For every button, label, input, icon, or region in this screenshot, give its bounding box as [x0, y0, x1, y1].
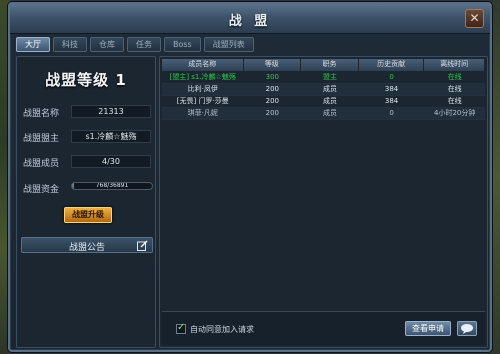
guild-fund-bar: 768/36891 [71, 182, 153, 190]
guild-members-label: 战盟成员 [23, 159, 60, 169]
checkmark-icon: ✓ [177, 322, 186, 333]
chat-button[interactable] [457, 321, 477, 336]
close-button[interactable]: ✕ [465, 9, 484, 28]
member-level: 200 [265, 109, 279, 117]
column-header-offline-time[interactable]: 离线时间 [424, 59, 485, 71]
table-row[interactable]: [无畏] 门罗·莎曼 200 成员 384 在线 [162, 96, 485, 108]
tab-guild-list[interactable]: 战盟列表 [203, 37, 254, 52]
column-header-level[interactable]: 等级 [243, 59, 302, 71]
member-offline-time: 在线 [447, 85, 462, 93]
member-contribution: 0 [389, 109, 394, 117]
member-role: 盟主 [322, 73, 337, 81]
guild-leader-value: s1.冷麟☆魅殇 [71, 130, 151, 143]
close-icon: ✕ [469, 11, 480, 25]
guild-fund-label: 战盟资金 [23, 185, 60, 195]
member-contribution: 384 [384, 85, 399, 93]
tab-boss[interactable]: Boss [164, 37, 201, 52]
auto-accept-label: 自动同意加入请求 [190, 325, 254, 334]
member-offline-time: 4小时20分钟 [434, 109, 476, 117]
tab-warehouse[interactable]: 仓库 [90, 37, 124, 52]
tab-hall[interactable]: 大厅 [16, 37, 50, 52]
titlebar: 战 盟 ✕ [10, 4, 490, 34]
guild-notice-header: 战盟公告 [21, 237, 153, 253]
column-header-name[interactable]: 成员名称 [162, 59, 244, 71]
tab-tasks[interactable]: 任务 [127, 37, 161, 52]
member-contribution: 384 [384, 97, 399, 105]
table-row[interactable]: 琪菲·凡妮 200 成员 0 4小时20分钟 [162, 108, 485, 120]
window-title: 战 盟 [228, 14, 272, 29]
member-name: [盟主] s1.冷麟☆魅殇 [169, 73, 236, 81]
guild-info-panel: 战盟等级 1 战盟名称 21313 战盟盟主 s1.冷麟☆魅殇 战盟成员 4/3… [16, 56, 156, 348]
guild-fund-value: 768/36891 [95, 182, 129, 189]
guild-window: 战 盟 ✕ 大厅 科技 仓库 任务 Boss 战盟列表 战盟等级 1 战盟名称 … [8, 2, 492, 352]
table-row[interactable]: [盟主] s1.冷麟☆魅殇 300 盟主 0 在线 [162, 72, 485, 84]
guild-notice-title: 战盟公告 [68, 243, 105, 253]
member-role: 成员 [322, 85, 337, 93]
auto-accept-checkbox[interactable]: ✓ [176, 322, 186, 334]
guild-upgrade-button[interactable]: 战盟升级 [64, 207, 112, 223]
member-list-panel: 成员名称 等级 职务 历史贡献 离线时间 [盟主] s1.冷麟☆魅殇 300 盟… [159, 56, 488, 348]
column-header-contribution[interactable]: 历史贡献 [358, 59, 425, 71]
guild-name-label: 战盟名称 [23, 109, 60, 119]
guild-members-value: 4/30 [71, 155, 151, 168]
member-table-header: 成员名称 等级 职务 历史贡献 离线时间 [162, 59, 485, 71]
guild-name-value: 21313 [71, 105, 151, 118]
member-actions-bar: ✓ 自动同意加入请求 查看申请 [162, 311, 485, 345]
tab-bar: 大厅 科技 仓库 任务 Boss 战盟列表 [16, 37, 254, 53]
member-offline-time: 在线 [447, 73, 462, 81]
member-name: [无畏] 门罗·莎曼 [176, 97, 229, 105]
view-requests-button[interactable]: 查看申请 [405, 321, 451, 336]
guild-level-title: 战盟等级 1 [45, 71, 127, 89]
member-level: 200 [265, 97, 279, 105]
edit-icon[interactable] [137, 240, 148, 251]
column-header-role[interactable]: 职务 [301, 59, 359, 71]
chat-bubble-icon [461, 324, 473, 334]
member-name: 琪菲·凡妮 [187, 109, 218, 117]
member-name: 比利·凤伊 [187, 85, 218, 93]
background-scenery-right [492, 0, 500, 354]
member-role: 成员 [322, 97, 337, 105]
tab-tech[interactable]: 科技 [53, 37, 87, 52]
table-row[interactable]: 比利·凤伊 200 成员 384 在线 [162, 84, 485, 96]
member-level: 300 [265, 73, 279, 81]
guild-leader-label: 战盟盟主 [23, 134, 60, 144]
member-role: 成员 [322, 109, 337, 117]
member-table-body: [盟主] s1.冷麟☆魅殇 300 盟主 0 在线 比利·凤伊 200 成员 3… [162, 72, 485, 120]
member-level: 200 [265, 85, 279, 93]
member-offline-time: 在线 [447, 97, 462, 105]
member-contribution: 0 [389, 73, 394, 81]
